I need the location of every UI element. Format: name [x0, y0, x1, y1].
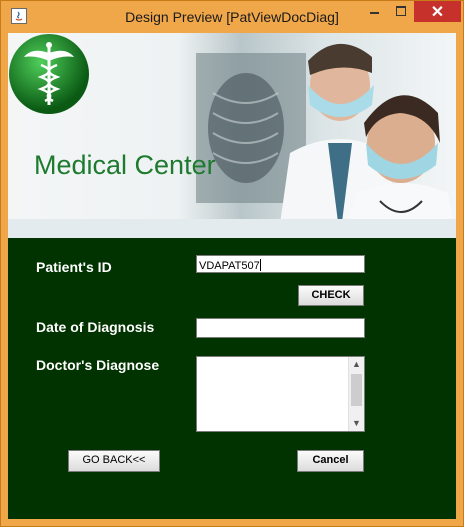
- maximize-icon: [396, 6, 406, 16]
- content-panel: Medical Center Patient's ID VDAPAT507 CH…: [8, 33, 456, 519]
- app-window: Design Preview [PatViewDocDiag] ✕ Medica…: [0, 0, 464, 527]
- title-bar[interactable]: Design Preview [PatViewDocDiag] ✕: [1, 1, 463, 33]
- minimize-icon: [370, 12, 379, 14]
- date-of-diagnosis-label: Date of Diagnosis: [36, 319, 155, 335]
- banner-image: Medical Center: [8, 33, 456, 238]
- patient-id-value: VDAPAT507: [199, 260, 260, 272]
- caduceus-logo: [9, 34, 89, 114]
- doctors-diagnose-label: Doctor's Diagnose: [36, 357, 160, 373]
- go-back-button[interactable]: GO BACK<<: [68, 450, 160, 472]
- scroll-down-arrow-icon[interactable]: ▼: [349, 416, 364, 431]
- cancel-button[interactable]: Cancel: [297, 450, 364, 472]
- scroll-up-arrow-icon[interactable]: ▲: [349, 357, 364, 372]
- diagnose-scrollbar[interactable]: ▲ ▼: [348, 357, 364, 431]
- maximize-button[interactable]: [388, 1, 414, 22]
- patient-id-input[interactable]: VDAPAT507: [196, 255, 365, 273]
- patient-id-label: Patient's ID: [36, 259, 112, 275]
- brand-name: Medical Center: [34, 150, 216, 180]
- scroll-thumb[interactable]: [351, 374, 362, 406]
- doctors-diagnose-textarea[interactable]: ▲ ▼: [196, 356, 365, 432]
- close-button[interactable]: ✕: [414, 1, 461, 22]
- banner-band: [8, 219, 456, 238]
- close-icon: ✕: [430, 4, 445, 21]
- text-caret: [259, 259, 261, 271]
- minimize-button[interactable]: [362, 1, 388, 22]
- check-button[interactable]: CHECK: [298, 285, 364, 306]
- date-of-diagnosis-input[interactable]: [196, 318, 365, 338]
